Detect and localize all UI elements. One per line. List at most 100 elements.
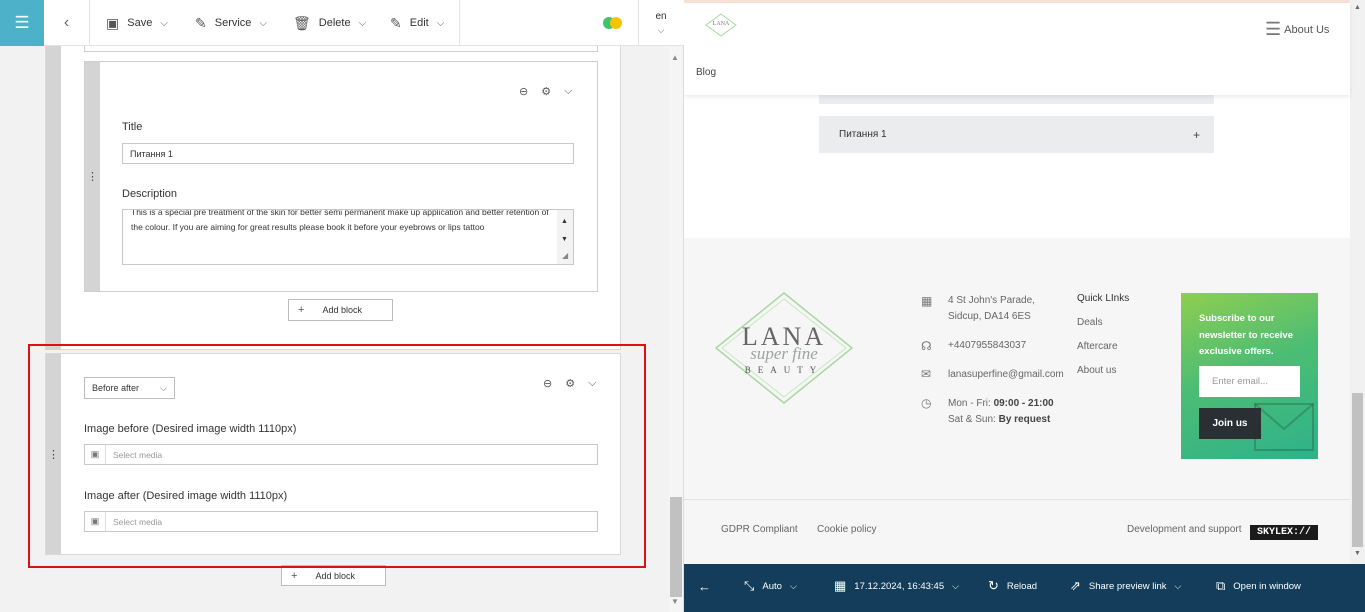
join-us-button[interactable]: Join us	[1199, 408, 1261, 439]
delete-button[interactable]: 🗑 Delete ⌵	[293, 0, 366, 46]
menu-icon[interactable]: ☰	[0, 0, 44, 46]
chevron-down-icon: ⌵	[789, 580, 797, 591]
share-label: Share preview link	[1088, 580, 1167, 592]
address-line-2: Sidcup, DA14 6ES	[948, 311, 1031, 322]
brush-icon: ✎	[195, 14, 207, 31]
site-footer: LANA super fine BEAUTY ▦ 4 St John's Par…	[684, 238, 1350, 564]
footer-phone[interactable]: +4407955843037	[948, 338, 1026, 354]
chevron-down-icon: ⌵	[1174, 580, 1182, 591]
accordion-title: Питання 1	[839, 129, 887, 140]
clock-icon: ◷	[921, 396, 932, 410]
service-label: Service	[214, 17, 252, 29]
chevron-down-icon: ⌵	[358, 17, 367, 29]
hours2-prefix: Sat & Sun:	[948, 414, 996, 425]
gdpr-link[interactable]: GDPR Compliant	[721, 524, 798, 535]
site-header: LANA ☰ About Us Blog	[684, 3, 1350, 95]
scroll-up-icon[interactable]: ▲	[671, 53, 679, 62]
drag-handle[interactable]: ⋮	[85, 62, 100, 291]
accordion-item[interactable]: Питання 1 +	[819, 116, 1214, 153]
scroll-down-icon[interactable]: ▼	[561, 232, 568, 247]
add-block-label: Add block	[315, 570, 355, 581]
size-select[interactable]: ⤡ Auto ⌵	[744, 564, 797, 608]
scroll-up-icon[interactable]: ▲	[561, 214, 568, 229]
scroll-thumb[interactable]	[670, 497, 682, 597]
delete-label: Delete	[318, 17, 351, 29]
description-textarea[interactable]: This is a special pre treatment of the s…	[122, 209, 574, 265]
share-icon: ⇗	[1070, 578, 1081, 593]
share-preview-button[interactable]: ⇗ Share preview link ⌵	[1070, 564, 1181, 608]
chevron-down-icon: ⌵	[259, 17, 268, 29]
hours1-prefix: Mon - Fri:	[948, 398, 991, 409]
nav-link-blog[interactable]: Blog	[696, 67, 716, 78]
open-in-window-button[interactable]: ⧉ Open in window	[1216, 564, 1301, 608]
site-logo[interactable]: LANA	[704, 13, 738, 37]
language-value: en	[655, 10, 667, 22]
newsletter-box: Subscribe to our newsletter to receive e…	[1181, 293, 1318, 459]
external-link-icon: ⧉	[1216, 578, 1226, 593]
scroll-thumb[interactable]	[1352, 393, 1363, 547]
highlight-frame	[28, 344, 646, 568]
building-icon: ▦	[921, 294, 933, 308]
edit-label: Edit	[409, 17, 429, 29]
footer-divider	[684, 499, 1350, 500]
envelope-icon	[1254, 403, 1314, 451]
back-arrow-icon[interactable]: ‹	[44, 0, 90, 46]
svg-text:super fine: super fine	[750, 344, 818, 363]
drag-handle[interactable]	[46, 30, 61, 350]
scroll-up-icon[interactable]: ▲	[1354, 4, 1361, 11]
edit-button[interactable]: ✎ Edit ⌵	[390, 0, 444, 46]
chevron-down-icon: ⌵	[160, 17, 168, 29]
svg-text:BEAUTY: BEAUTY	[745, 365, 824, 375]
plus-icon[interactable]: +	[1193, 128, 1200, 142]
trash-icon: 🗑	[293, 14, 311, 31]
datetime-value: 17.12.2024, 16:43:45	[854, 580, 945, 592]
description-text: This is a special pre treatment of the s…	[131, 209, 549, 232]
resize-handle-icon[interactable]: ◢	[562, 248, 568, 263]
footer-link-deals[interactable]: Deals	[1077, 317, 1103, 328]
title-label: Title	[122, 121, 143, 133]
toggle-yellow-dot	[610, 17, 622, 29]
footer-address: 4 St John's Parade, Sidcup, DA14 6ES	[948, 293, 1035, 325]
svg-text:LANA: LANA	[713, 21, 730, 27]
block-controls: ⊖ ⚙ ⌵	[519, 85, 572, 98]
add-block-button[interactable]: + Add block	[288, 299, 393, 321]
floppy-icon: ▣	[106, 14, 120, 31]
newsletter-text: Subscribe to our newsletter to receive e…	[1199, 313, 1293, 357]
status-toggle[interactable]	[603, 17, 622, 29]
footer-logo[interactable]: LANA super fine BEAUTY	[714, 291, 854, 405]
language-select[interactable]: en ⌵	[638, 0, 683, 46]
scroll-down-icon[interactable]: ▼	[1354, 550, 1361, 557]
save-label: Save	[127, 17, 153, 29]
editor-scrollbar[interactable]: ▲ ▼	[669, 47, 683, 612]
back-button[interactable]: ←	[698, 564, 719, 608]
datetime-select[interactable]: ▦ 17.12.2024, 16:43:45 ⌵	[834, 564, 959, 608]
collapse-icon[interactable]: ⊖	[519, 85, 528, 98]
resize-icon: ⤡	[744, 578, 755, 593]
headset-icon: ☊	[921, 339, 932, 353]
textarea-scrollbar[interactable]: ▲ ▼ ◢	[557, 210, 573, 264]
footer-email[interactable]: lanasuperfine@gmail.com	[948, 367, 1064, 383]
preview-scrollbar[interactable]: ▲ ▼	[1350, 0, 1365, 564]
calendar-icon: ▦	[834, 578, 847, 593]
service-button[interactable]: ✎ Service ⌵	[195, 0, 267, 46]
cookie-policy-link[interactable]: Cookie policy	[817, 524, 876, 535]
pencil-icon: ✎	[390, 14, 402, 31]
title-input[interactable]: Питання 1	[122, 143, 574, 164]
reload-button[interactable]: ↻ Reload	[988, 564, 1037, 608]
hamburger-icon: ☰	[1265, 19, 1282, 39]
skylex-logo[interactable]: SKYLEX://	[1250, 525, 1318, 540]
size-value: Auto	[762, 580, 782, 592]
bottom-bar-edge	[684, 608, 1365, 612]
description-label: Description	[122, 188, 178, 200]
save-button[interactable]: ▣ Save ⌵	[106, 0, 168, 46]
close-icon[interactable]: ⌵	[564, 85, 572, 98]
menu-toggle[interactable]: ☰ About Us	[1265, 19, 1329, 40]
scroll-down-icon[interactable]: ▼	[671, 597, 679, 606]
gear-icon[interactable]: ⚙	[541, 85, 551, 98]
plus-icon: +	[298, 304, 305, 316]
footer-link-aftercare[interactable]: Aftercare	[1077, 341, 1118, 352]
add-block-button[interactable]: + Add block	[281, 565, 386, 586]
add-block-label: Add block	[322, 305, 362, 315]
newsletter-email-input[interactable]: Enter email...	[1199, 366, 1300, 397]
footer-link-about[interactable]: About us	[1077, 365, 1116, 376]
